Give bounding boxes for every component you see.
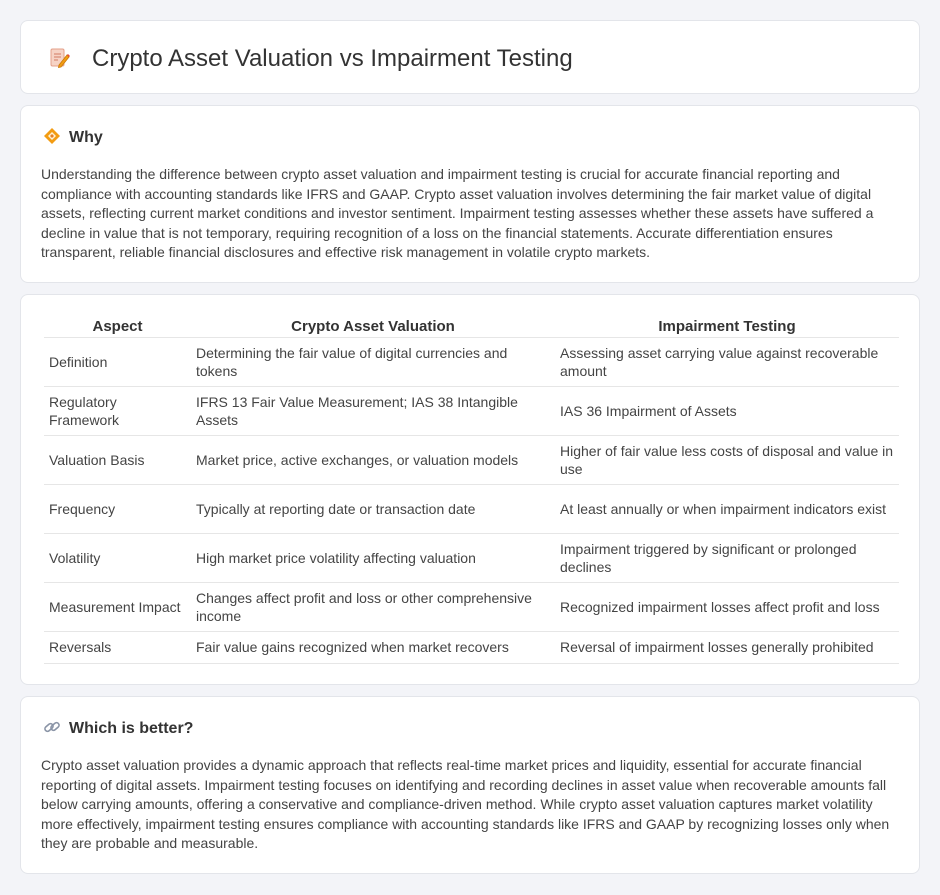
comparison-section: Aspect Crypto Asset Valuation Impairment… [20,294,920,685]
table-row: Regulatory Framework IFRS 13 Fair Value … [44,386,899,436]
better-body: Crypto asset valuation provides a dynami… [41,757,890,851]
aspect-cell: Measurement Impact [44,582,191,632]
which-better-section: Which is better? Crypto asset valuation … [20,696,920,874]
why-body: Understanding the difference between cry… [41,166,874,260]
impairment-cell: Higher of fair value less costs of dispo… [555,435,899,485]
header-card: Crypto Asset Valuation vs Impairment Tes… [20,20,920,94]
impairment-cell: Impairment triggered by significant or p… [555,533,899,583]
table-row: Measurement Impact Changes affect profit… [44,582,899,632]
aspect-cell: Reversals [44,631,191,664]
table-header-row: Aspect Crypto Asset Valuation Impairment… [44,317,899,338]
table-row: Volatility High market price volatility … [44,533,899,583]
why-section: Why Understanding the difference between… [20,105,920,283]
document-edit-icon [47,46,71,70]
link-icon [43,718,61,741]
impairment-cell: Assessing asset carrying value against r… [555,337,899,387]
valuation-cell: High market price volatility affecting v… [191,533,555,583]
impairment-cell: Reversal of impairment losses generally … [555,631,899,664]
aspect-cell: Definition [44,337,191,387]
header-aspect: Aspect [44,317,191,338]
page-title: Crypto Asset Valuation vs Impairment Tes… [92,45,573,72]
valuation-cell: Determining the fair value of digital cu… [191,337,555,387]
impairment-cell: At least annually or when impairment ind… [555,484,899,534]
aspect-cell: Volatility [44,533,191,583]
why-title: Why [69,129,103,146]
diamond-icon [43,127,61,150]
aspect-cell: Frequency [44,484,191,534]
valuation-cell: IFRS 13 Fair Value Measurement; IAS 38 I… [191,386,555,436]
valuation-cell: Market price, active exchanges, or valua… [191,435,555,485]
header-impairment-testing: Impairment Testing [555,317,899,338]
table-row: Definition Determining the fair value of… [44,337,899,387]
valuation-cell: Changes affect profit and loss or other … [191,582,555,632]
table-row: Valuation Basis Market price, active exc… [44,435,899,485]
impairment-cell: IAS 36 Impairment of Assets [555,386,899,436]
valuation-cell: Fair value gains recognized when market … [191,631,555,664]
better-title: Which is better? [69,720,194,737]
comparison-table: Aspect Crypto Asset Valuation Impairment… [44,317,899,664]
valuation-cell: Typically at reporting date or transacti… [191,484,555,534]
header-crypto-valuation: Crypto Asset Valuation [191,317,555,338]
table-row: Frequency Typically at reporting date or… [44,484,899,534]
aspect-cell: Valuation Basis [44,435,191,485]
aspect-cell: Regulatory Framework [44,386,191,436]
impairment-cell: Recognized impairment losses affect prof… [555,582,899,632]
better-heading: Which is better? [43,719,193,739]
why-heading: Why [43,127,103,150]
table-row: Reversals Fair value gains recognized wh… [44,631,899,664]
